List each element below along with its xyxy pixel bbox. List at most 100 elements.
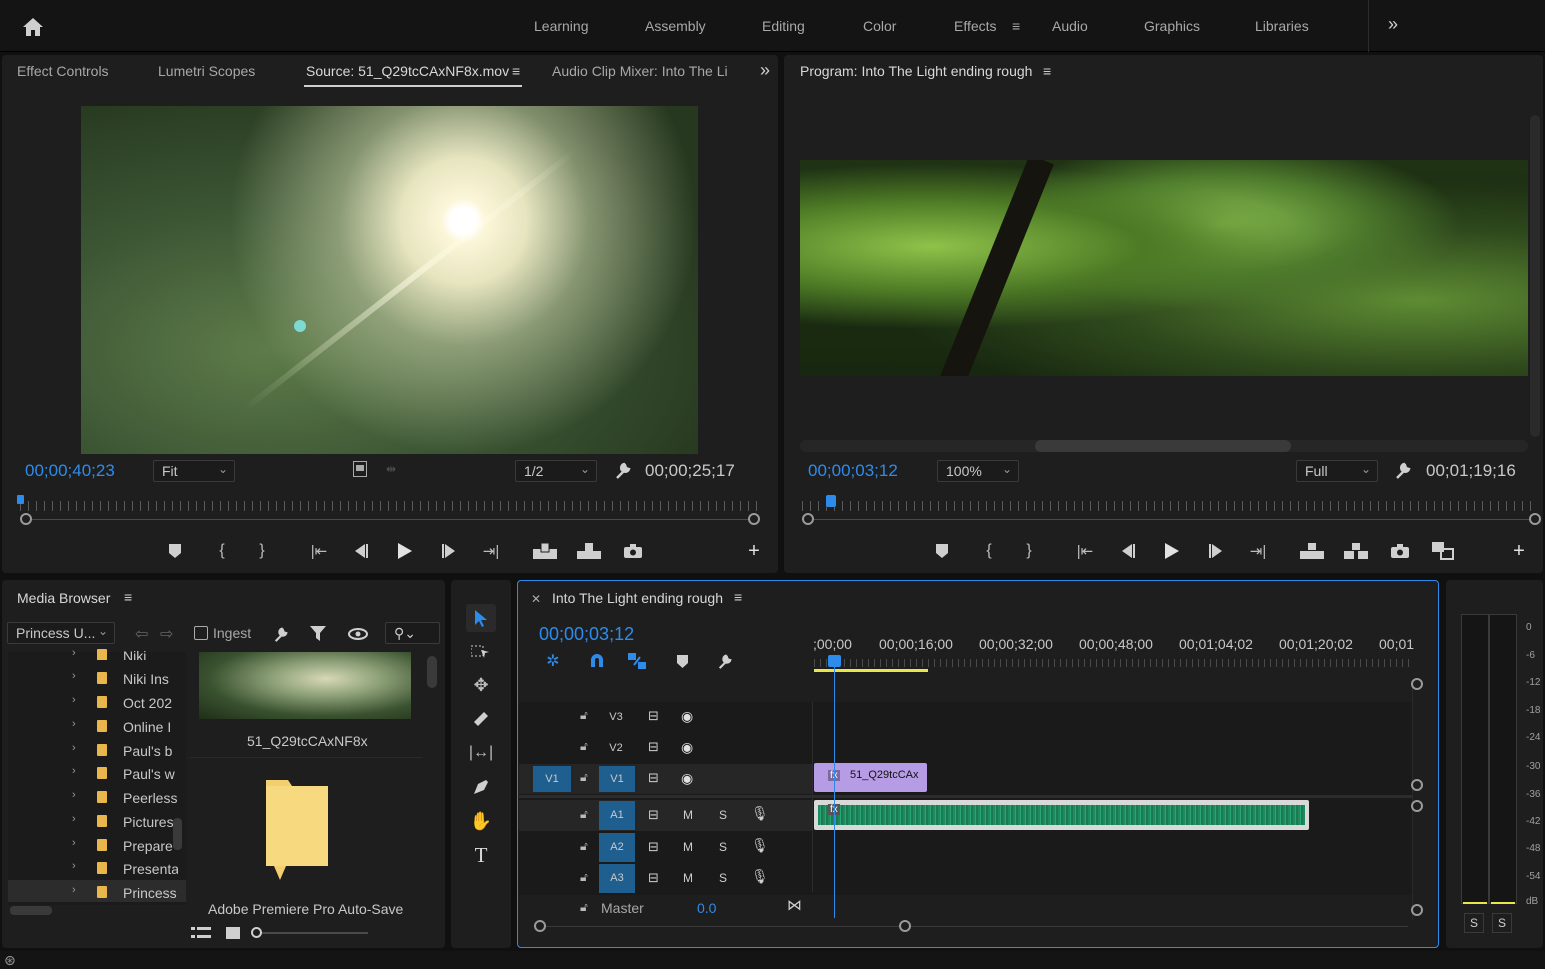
- filter-icon[interactable]: [308, 624, 328, 644]
- track-label[interactable]: V3: [601, 711, 631, 723]
- step-forward-icon[interactable]: [1205, 541, 1227, 561]
- ripple-edit-tool-icon[interactable]: ✥: [468, 673, 494, 697]
- mark-out-icon[interactable]: }: [254, 541, 270, 561]
- solo-button[interactable]: S: [719, 871, 727, 885]
- expand-arrow-icon[interactable]: ›: [72, 670, 76, 682]
- lock-icon[interactable]: 🔓︎: [580, 770, 588, 785]
- ingest-checkbox[interactable]: [194, 626, 208, 640]
- track-label[interactable]: A1: [599, 801, 635, 830]
- step-back-icon[interactable]: [350, 541, 372, 561]
- program-resolution-dropdown[interactable]: Full ⌄: [1296, 460, 1378, 482]
- go-to-in-icon[interactable]: |⇤: [308, 541, 330, 561]
- drag-audio-icon[interactable]: ⇹: [382, 462, 400, 476]
- workspace-color[interactable]: Color: [863, 18, 896, 34]
- add-marker-icon[interactable]: [166, 542, 184, 560]
- step-back-icon[interactable]: [1117, 541, 1139, 561]
- lock-icon[interactable]: 🔓︎: [580, 870, 588, 885]
- pen-tool-icon[interactable]: [468, 775, 494, 799]
- go-to-end-icon[interactable]: ⋈: [787, 896, 802, 914]
- timeline-hscroll[interactable]: [540, 926, 1408, 927]
- thumb-size-handle[interactable]: [251, 927, 262, 938]
- microphone-icon[interactable]: 🎙︎: [751, 868, 769, 885]
- microphone-icon[interactable]: 🎙︎: [751, 805, 769, 822]
- vscroll-handle-mid2[interactable]: [1411, 800, 1423, 812]
- comparison-view-icon[interactable]: [1431, 541, 1455, 561]
- mute-button[interactable]: M: [683, 871, 693, 885]
- source-zoom-handle-left[interactable]: [20, 513, 32, 525]
- insert-icon[interactable]: [532, 541, 558, 561]
- eye-icon[interactable]: ◉: [681, 708, 693, 725]
- sync-lock-icon[interactable]: ⊟: [648, 739, 659, 755]
- thumb-size-slider[interactable]: [258, 932, 368, 934]
- source-time-ruler[interactable]: [20, 501, 760, 511]
- vscroll-handle-mid[interactable]: [1411, 779, 1423, 791]
- sync-lock-icon[interactable]: ⊟: [648, 870, 659, 886]
- overwrite-icon[interactable]: [576, 541, 602, 561]
- location-dropdown[interactable]: Princess U... ⌄: [7, 622, 115, 644]
- selection-tool-icon[interactable]: [466, 604, 496, 632]
- timeline-settings-wrench-icon[interactable]: [714, 651, 736, 671]
- add-marker-icon[interactable]: [933, 542, 951, 560]
- track-label[interactable]: A2: [599, 833, 635, 862]
- list-view-icon[interactable]: [190, 925, 212, 941]
- icon-view-icon[interactable]: [224, 925, 242, 941]
- workspace-learning[interactable]: Learning: [534, 18, 589, 34]
- clip-thumbnail[interactable]: [199, 652, 411, 719]
- step-forward-icon[interactable]: [438, 541, 460, 561]
- add-marker-icon[interactable]: [672, 651, 692, 671]
- nest-toggle-icon[interactable]: ✲: [542, 651, 564, 671]
- program-playhead[interactable]: [826, 495, 836, 507]
- source-zoom-bar[interactable]: [26, 519, 754, 520]
- video-audio-divider[interactable]: [519, 795, 1412, 798]
- list-item[interactable]: › Prepare: [8, 836, 178, 858]
- expand-arrow-icon[interactable]: ›: [72, 765, 76, 777]
- source-zoom-dropdown[interactable]: Fit ⌄: [153, 460, 235, 482]
- sync-lock-icon[interactable]: ⊟: [648, 708, 659, 724]
- solo-right-button[interactable]: S: [1492, 913, 1512, 933]
- program-playhead-timecode[interactable]: 00;00;03;12: [808, 461, 898, 481]
- lock-icon[interactable]: 🔓︎: [580, 839, 588, 854]
- source-zoom-handle-right[interactable]: [748, 513, 760, 525]
- tab-source[interactable]: Source: 51_Q29tcCAxNF8x.mov: [306, 63, 509, 79]
- linked-selection-icon[interactable]: [626, 651, 648, 671]
- export-frame-icon[interactable]: [622, 541, 644, 561]
- workspace-assembly[interactable]: Assembly: [645, 18, 706, 34]
- drag-video-icon[interactable]: [352, 461, 368, 477]
- hscroll-handle-right[interactable]: [899, 920, 911, 932]
- expand-arrow-icon[interactable]: ›: [72, 884, 76, 896]
- workspace-libraries[interactable]: Libraries: [1255, 18, 1309, 34]
- expand-arrow-icon[interactable]: ›: [72, 789, 76, 801]
- source-resolution-dropdown[interactable]: 1/2 ⌄: [515, 460, 597, 482]
- work-area-bar[interactable]: [814, 669, 928, 672]
- mark-in-icon[interactable]: {: [214, 541, 230, 561]
- video-clip[interactable]: fx 51_Q29tcCAx: [814, 763, 927, 792]
- slip-tool-icon[interactable]: |↔|: [468, 741, 494, 765]
- program-zoom-handle-left[interactable]: [802, 513, 814, 525]
- source-playhead[interactable]: [17, 495, 24, 504]
- forward-arrow-icon[interactable]: ⇨: [160, 624, 173, 644]
- list-item[interactable]: › Online I: [8, 717, 178, 739]
- sync-lock-icon[interactable]: ⊟: [648, 807, 659, 823]
- expand-arrow-icon[interactable]: ›: [72, 837, 76, 849]
- program-zoom-dropdown[interactable]: 100% ⌄: [937, 460, 1019, 482]
- track-select-tool-icon[interactable]: [468, 640, 494, 664]
- razor-tool-icon[interactable]: [468, 707, 494, 731]
- expand-arrow-icon[interactable]: ›: [72, 742, 76, 754]
- search-field[interactable]: ⚲⌄: [385, 622, 440, 644]
- source-patch-v1[interactable]: V1: [533, 766, 571, 792]
- workspace-effects[interactable]: Effects: [954, 18, 997, 34]
- workspace-menu-icon[interactable]: ≡: [1012, 18, 1020, 34]
- tab-audio-clip-mixer[interactable]: Audio Clip Mixer: Into The Li: [552, 63, 730, 79]
- folder-list-hscroll[interactable]: [10, 906, 52, 915]
- hand-tool-icon[interactable]: ✋: [468, 809, 494, 833]
- lock-icon[interactable]: 🔓︎: [580, 708, 588, 723]
- sync-lock-icon[interactable]: ⊟: [648, 839, 659, 855]
- extract-icon[interactable]: [1343, 541, 1369, 561]
- close-icon[interactable]: ✕: [531, 592, 541, 606]
- mark-out-icon[interactable]: }: [1021, 541, 1037, 561]
- expand-arrow-icon[interactable]: ›: [72, 718, 76, 730]
- program-zoom-handle-right[interactable]: [1529, 513, 1541, 525]
- thumb-scrollbar[interactable]: [427, 656, 437, 688]
- type-tool-icon[interactable]: T: [468, 843, 494, 867]
- snap-magnet-icon[interactable]: [586, 651, 608, 671]
